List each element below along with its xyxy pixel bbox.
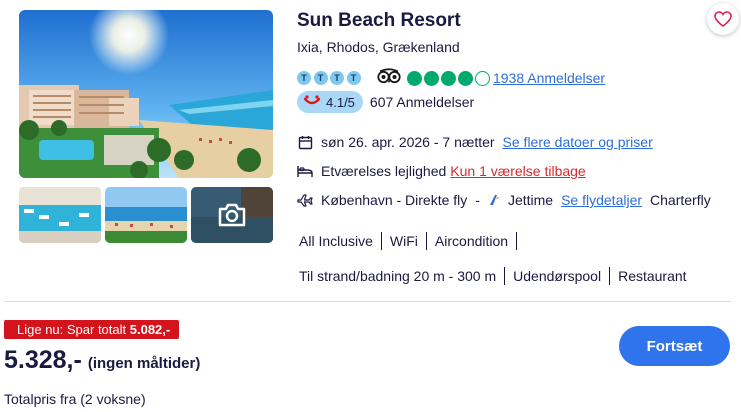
tui-score-badge: 4.1/5	[297, 91, 363, 113]
room-availability[interactable]: Kun 1 værelse tilbage	[450, 163, 585, 179]
flight-separator: -	[475, 192, 480, 208]
facility-tag: Restaurant	[618, 268, 687, 284]
deal-badge: Lige nu: Spar totalt 5.082,-	[4, 320, 180, 339]
calendar-icon	[297, 134, 313, 150]
flight-details-link[interactable]: Se flydetaljer	[561, 192, 642, 208]
facility-tag: WiFi	[382, 232, 427, 250]
tui-score-row: 4.1/5 607 Anmeldelser	[297, 91, 474, 113]
hotel-main-photo[interactable]	[19, 10, 273, 178]
deal-label: Lige nu: Spar totalt	[17, 322, 130, 337]
flight-type: Charterfly	[650, 192, 711, 208]
airline-name: Jettime	[507, 192, 554, 208]
tripadvisor-dot-filled	[407, 70, 422, 86]
hotel-name[interactable]: Sun Beach Resort	[297, 10, 461, 32]
flight-row: København - Direkte fly - Jettime Se fly…	[297, 192, 711, 208]
continue-button[interactable]: Fortsæt	[619, 326, 730, 366]
tui-reviews-count: 607 Anmeldelser	[369, 94, 475, 110]
favorite-button[interactable]	[707, 3, 739, 35]
tui-rating-dot: T	[346, 71, 361, 85]
travel-date: søn 26. apr. 2026 - 7 nætter	[321, 134, 495, 150]
tui-rating-dot: T	[313, 71, 328, 85]
tripadvisor-owl-icon	[377, 67, 401, 89]
hotel-card: Sun Beach Resort Ixia, Rhodos, Grækenlan…	[0, 0, 741, 412]
bed-icon	[297, 163, 313, 179]
deal-amount: 5.082,-	[129, 322, 171, 337]
divider	[4, 301, 731, 302]
facility-tag: Til strand/badning 20 m - 300 m	[297, 267, 506, 285]
tui-score-value: 4.1/5	[326, 94, 355, 110]
facilities-row: Til strand/badning 20 m - 300 m Udendørs…	[297, 267, 695, 285]
tripadvisor-rating	[407, 70, 492, 86]
room-row: Etværelses lejlighed Kun 1 værelse tilba…	[297, 163, 586, 179]
jettime-logo-icon	[488, 193, 500, 207]
hotel-location: Ixia, Rhodos, Grækenland	[297, 39, 460, 55]
tui-rating-dot: T	[330, 71, 344, 85]
tripadvisor-dot-empty	[475, 70, 490, 86]
tui-logo-icon	[303, 94, 321, 110]
tripadvisor-dot-filled	[424, 70, 439, 86]
price: 5.328,-	[4, 346, 82, 374]
plane-icon	[297, 192, 313, 208]
date-row: søn 26. apr. 2026 - 7 nætter Se flere da…	[297, 134, 653, 150]
facility-tag: All Inclusive	[297, 232, 382, 250]
room-type: Etværelses lejlighed	[321, 163, 447, 179]
camera-icon	[191, 187, 273, 243]
facility-tag: Aircondition	[427, 232, 518, 250]
thumbnail-pool[interactable]	[19, 187, 101, 243]
price-line: 5.328,- (ingen måltider)	[4, 346, 200, 375]
facility-tag: Udendørspool	[505, 267, 611, 285]
total-price-label: Totalpris fra (2 voksne)	[4, 391, 146, 407]
thumbnail-beach[interactable]	[105, 187, 187, 243]
ratings-row: T T T T 1938 Anmeldelser	[297, 67, 605, 89]
tripadvisor-dot-filled	[441, 70, 456, 86]
tripadvisor-dot-filled	[458, 70, 473, 86]
meal-note: (ingen måltider)	[87, 355, 201, 372]
tui-rating-dot: T	[297, 71, 311, 85]
flight-departure: København - Direkte fly	[321, 192, 468, 208]
thumbnail-more-photos[interactable]	[191, 187, 273, 243]
more-dates-link[interactable]: Se flere datoer og priser	[503, 134, 653, 150]
facilities-row: All Inclusive WiFi Aircondition	[297, 232, 518, 250]
heart-icon	[714, 11, 732, 27]
tripadvisor-reviews-link[interactable]: 1938 Anmeldelser	[493, 70, 605, 86]
